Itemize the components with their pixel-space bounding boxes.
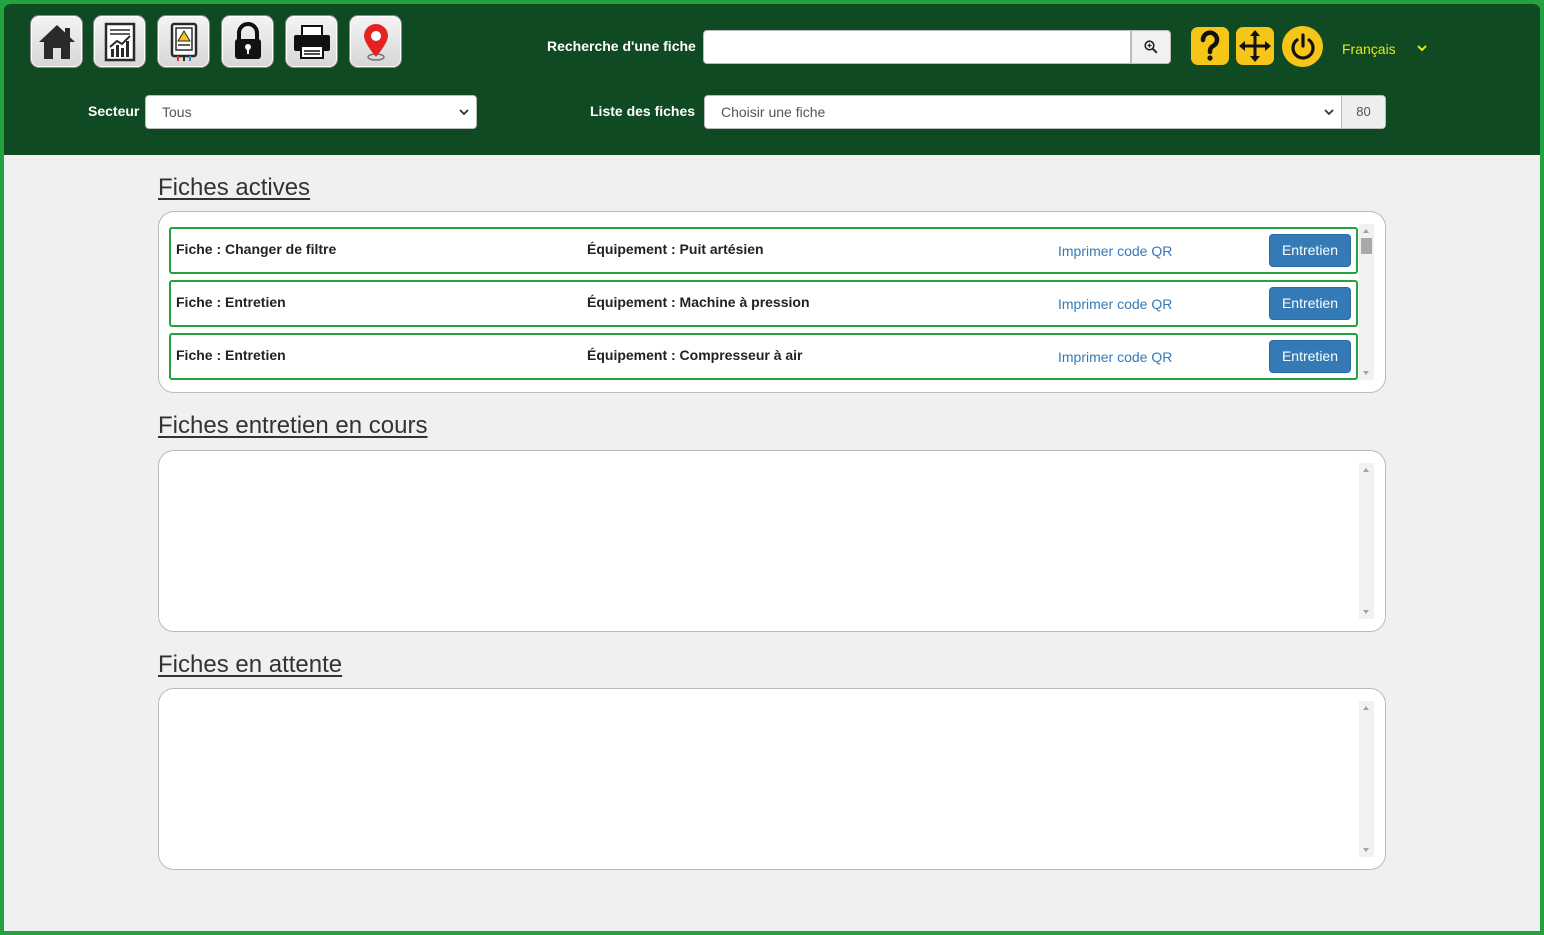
liste-label: Liste des fiches — [590, 103, 696, 119]
fiche-select[interactable]: Choisir une fiche — [704, 95, 1342, 129]
equipement-name: Équipement : Machine à pression — [587, 294, 810, 310]
chevron-down-icon[interactable] — [1416, 42, 1428, 54]
language-selector[interactable]: Français — [1342, 41, 1396, 57]
secteur-value: Tous — [162, 104, 192, 120]
section-title-actives: Fiches actives — [158, 174, 311, 201]
panel-fiches-actives: Fiche : Changer de filtre Équipement : P… — [158, 211, 1386, 393]
scrollbar[interactable] — [1359, 224, 1374, 380]
section-title-en-cours: Fiches entretien en cours — [158, 412, 428, 439]
fiche-row: Fiche : Changer de filtre Équipement : P… — [169, 227, 1358, 274]
app-window: Recherche d'une fiche Français Secteur T… — [4, 4, 1540, 931]
scroll-up-arrow[interactable] — [1363, 706, 1369, 710]
scroll-thumb[interactable] — [1361, 238, 1372, 254]
print-qr-link[interactable]: Imprimer code QR — [1058, 296, 1172, 312]
report-button[interactable] — [93, 15, 146, 68]
location-button[interactable] — [349, 15, 402, 68]
fiche-count-badge: 80 — [1341, 95, 1386, 129]
scroll-down-arrow[interactable] — [1363, 610, 1369, 614]
scroll-up-arrow[interactable] — [1363, 468, 1369, 472]
search-button[interactable] — [1131, 30, 1171, 64]
print-qr-link[interactable]: Imprimer code QR — [1058, 349, 1172, 365]
printer-icon — [293, 24, 330, 59]
zoom-search-icon — [1144, 40, 1158, 54]
panel-fiches-en-cours — [158, 450, 1386, 632]
fiche-name: Fiche : Changer de filtre — [176, 241, 337, 257]
power-icon — [1290, 32, 1315, 60]
scroll-up-arrow[interactable] — [1363, 229, 1369, 233]
power-button[interactable] — [1282, 26, 1323, 67]
scroll-down-arrow[interactable] — [1363, 848, 1369, 852]
move-button[interactable] — [1236, 27, 1274, 65]
home-icon — [38, 24, 75, 59]
chevron-down-icon — [1324, 109, 1334, 116]
search-input[interactable] — [703, 30, 1131, 64]
fiche-name: Fiche : Entretien — [176, 347, 286, 363]
fiche-select-value: Choisir une fiche — [721, 104, 826, 120]
secteur-select[interactable]: Tous — [145, 95, 477, 129]
entretien-button[interactable]: Entretien — [1269, 234, 1351, 267]
equipement-name: Équipement : Compresseur à air — [587, 347, 803, 363]
entretien-button[interactable]: Entretien — [1269, 340, 1351, 373]
scroll-down-arrow[interactable] — [1363, 371, 1369, 375]
move-arrows-icon — [1239, 30, 1271, 62]
scrollbar[interactable] — [1359, 463, 1374, 619]
print-button[interactable] — [285, 15, 338, 68]
panel-fiches-en-attente — [158, 688, 1386, 870]
lock-icon — [234, 21, 261, 59]
section-title-en-attente: Fiches en attente — [158, 651, 343, 678]
help-button[interactable] — [1191, 27, 1229, 65]
secteur-label: Secteur — [88, 103, 140, 119]
fiche-name: Fiche : Entretien — [176, 294, 286, 310]
entretien-button[interactable]: Entretien — [1269, 287, 1351, 320]
scrollbar[interactable] — [1359, 701, 1374, 857]
fiche-row: Fiche : Entretien Équipement : Machine à… — [169, 280, 1358, 327]
search-label: Recherche d'une fiche — [547, 38, 696, 54]
question-mark-icon — [1200, 30, 1220, 61]
electrical-panel-button[interactable] — [157, 15, 210, 68]
lock-button[interactable] — [221, 15, 274, 68]
electrical-panel-icon — [170, 22, 197, 61]
fiche-row: Fiche : Entretien Équipement : Compresse… — [169, 333, 1358, 380]
equipement-name: Équipement : Puit artésien — [587, 241, 764, 257]
header-bar: Recherche d'une fiche Français Secteur T… — [4, 4, 1540, 155]
print-qr-link[interactable]: Imprimer code QR — [1058, 243, 1172, 259]
home-button[interactable] — [30, 15, 83, 68]
chevron-down-icon — [459, 109, 469, 116]
map-pin-icon — [363, 23, 388, 61]
report-chart-icon — [104, 22, 135, 61]
